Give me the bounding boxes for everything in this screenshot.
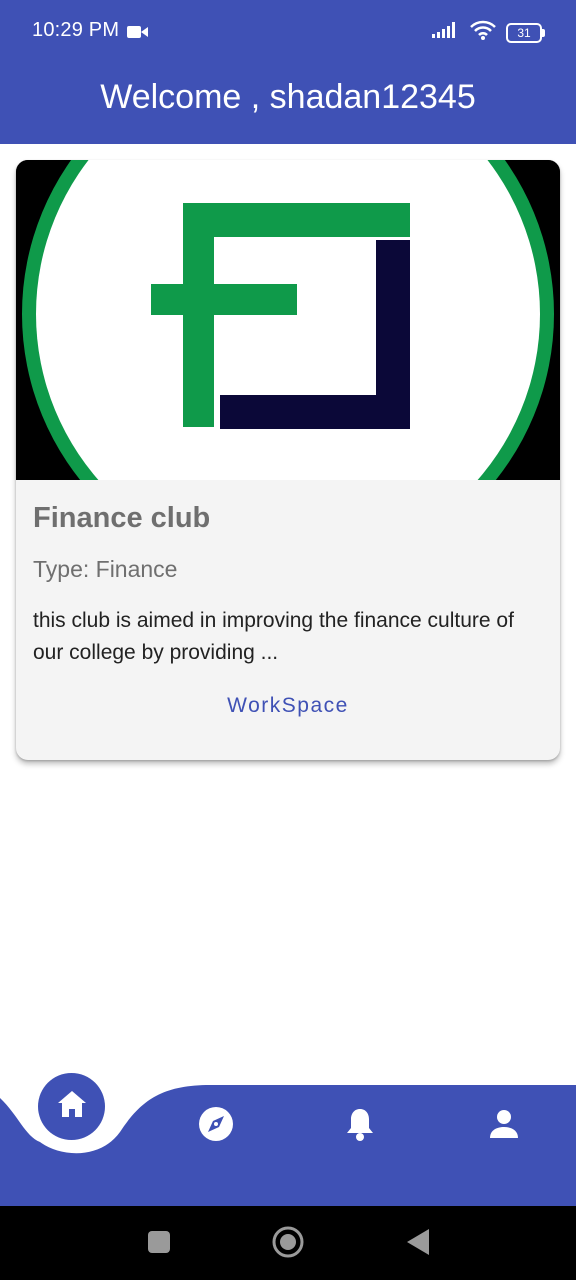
wifi-icon <box>470 20 496 45</box>
home-icon <box>56 1089 88 1124</box>
system-navigation-bar <box>0 1206 576 1280</box>
battery-icon: 31 <box>506 22 545 43</box>
club-type: Type: Finance <box>33 556 178 582</box>
signal-icon <box>432 22 460 43</box>
person-icon <box>488 1108 520 1145</box>
status-time: 10:29 PM <box>32 19 120 41</box>
club-logo-image <box>16 160 560 580</box>
workspace-button[interactable]: WorkSpace <box>188 686 388 726</box>
recent-apps-icon[interactable] <box>147 1230 171 1259</box>
app-bar: 10:29 PM 31 Welcome , shadan12345 <box>0 0 576 144</box>
nav-home-button[interactable] <box>38 1073 105 1140</box>
page-title: Welcome , shadan12345 <box>100 78 476 116</box>
status-icons: 31 <box>432 20 545 45</box>
nav-explore-button[interactable] <box>192 1102 240 1150</box>
home-circle-icon[interactable] <box>271 1225 305 1264</box>
nav-notifications-button[interactable] <box>336 1102 384 1150</box>
compass-icon <box>198 1106 234 1147</box>
club-description: this club is aimed in improving the fina… <box>33 609 514 664</box>
video-camera-icon <box>127 25 149 44</box>
club-card[interactable]: Finance club Type: Finance this club is … <box>16 160 560 760</box>
back-icon[interactable] <box>406 1228 430 1261</box>
club-title: Finance club <box>33 502 211 534</box>
bell-icon <box>344 1106 376 1147</box>
nav-profile-button[interactable] <box>480 1102 528 1150</box>
